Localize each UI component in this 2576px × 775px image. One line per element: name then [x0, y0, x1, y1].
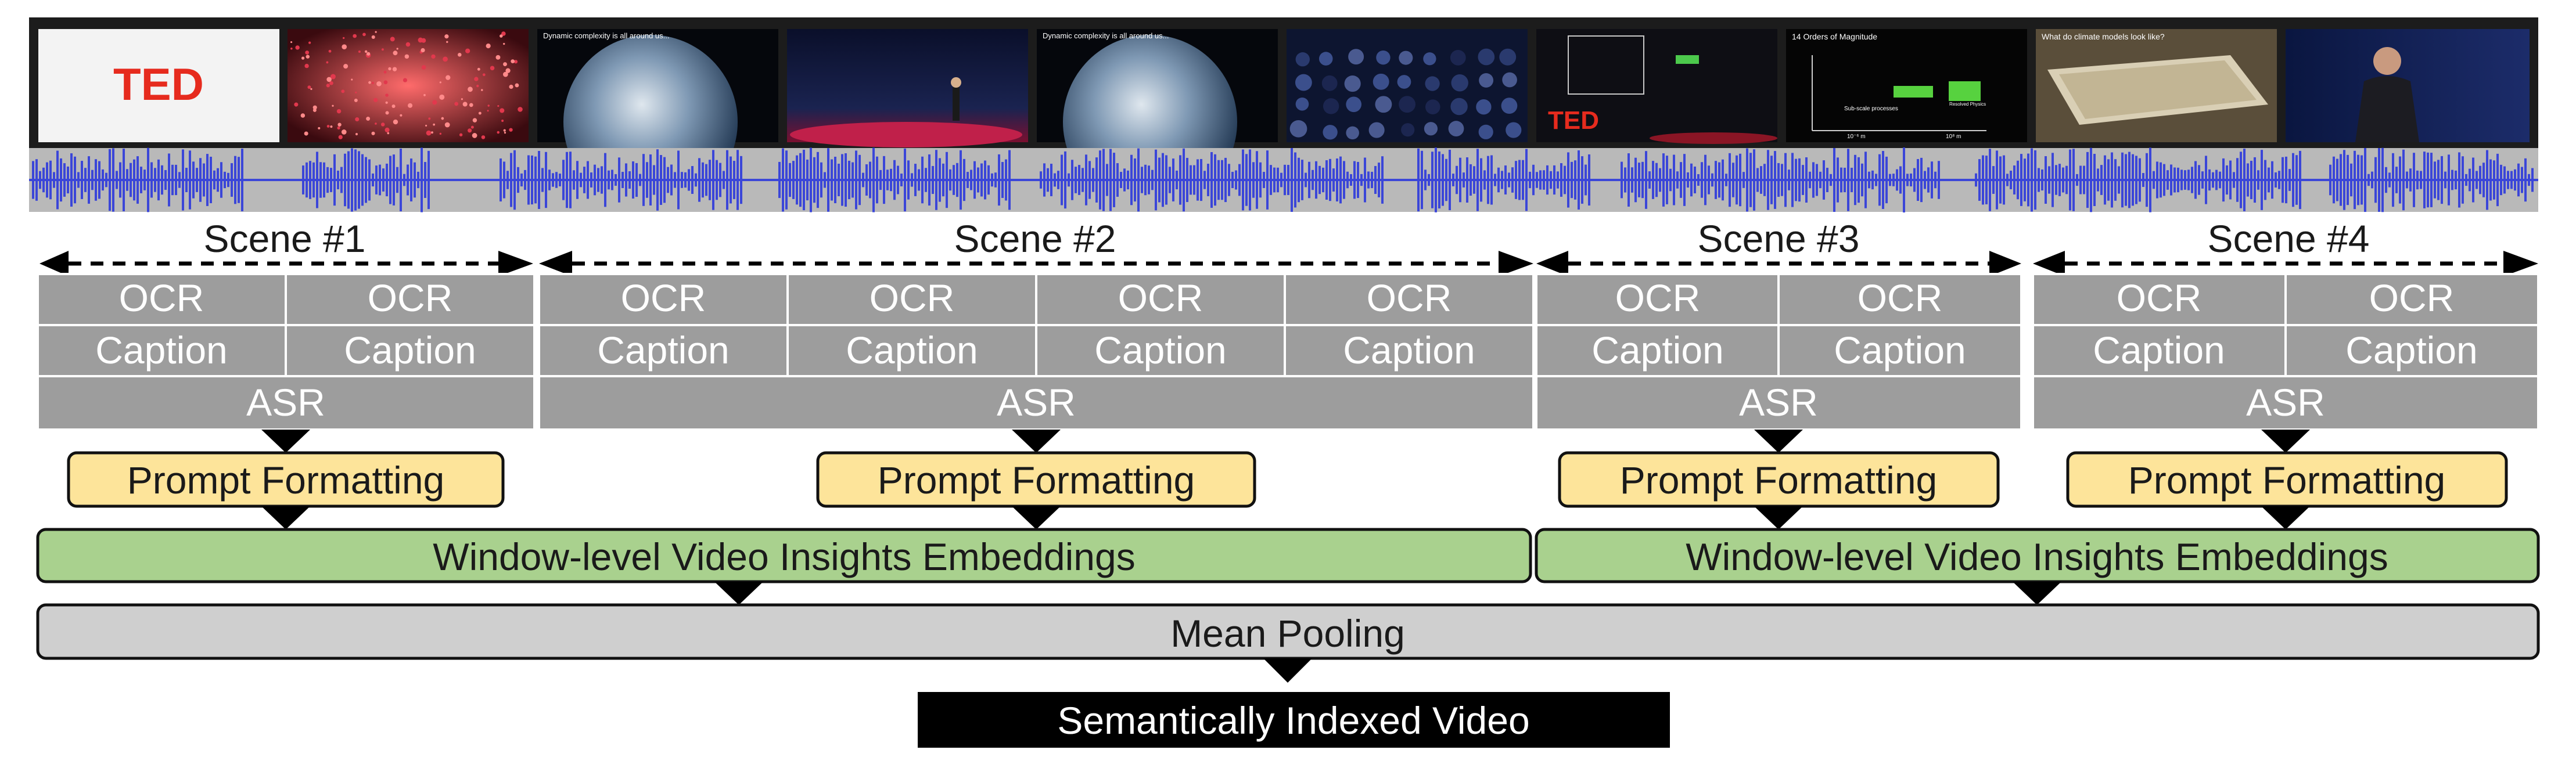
- scene-4-caption-label-1: Caption: [2093, 329, 2225, 372]
- scene-2-asr-label: ASR: [997, 381, 1076, 424]
- scene-1-prompt-label: Prompt Formatting: [127, 459, 445, 502]
- embedding-1-to-pooling-arrow: [714, 582, 763, 605]
- scene-2-caption-label-2: Caption: [846, 329, 978, 372]
- scene-2-ocr-label-1: OCR: [621, 276, 706, 319]
- scene-3-ocr-label-1: OCR: [1615, 276, 1701, 319]
- scene-1-caption-label-2: Caption: [344, 329, 476, 372]
- scene-1: Scene #1 OCR OCR Caption Caption ASR Pro…: [37, 217, 536, 529]
- thumbnail-speaker: [2286, 29, 2530, 142]
- scene-2-caption-label-3: Caption: [1094, 329, 1227, 372]
- scene-2-ocr-label-4: OCR: [1367, 276, 1452, 319]
- thumbnail-audience: [1287, 29, 1528, 142]
- thumbnail-ted-logo: TED: [38, 29, 279, 142]
- embedding-row: Window-level Video Insights Embeddings W…: [36, 528, 2540, 605]
- semantic-output: Semantically Indexed Video: [918, 692, 1670, 748]
- scene-3-asr-label: ASR: [1739, 381, 1818, 424]
- scene-2-caption-label-4: Caption: [1343, 329, 1475, 372]
- plot-axis-max: 10⁸ m: [1946, 134, 1961, 140]
- scene-1-left-arrow: [39, 251, 69, 276]
- keyboard-caption-text: What do climate models look like?: [2042, 32, 2165, 41]
- semantic-output-label: Semantically Indexed Video: [1057, 699, 1529, 742]
- scene-3: Scene #3 OCR OCR Caption Caption ASR Pro…: [1535, 217, 2022, 529]
- scene-2-right-arrow: [1499, 251, 1533, 276]
- pooling-to-output-arrow: [1263, 658, 1312, 683]
- scene-2-caption-label-1: Caption: [597, 329, 730, 372]
- thumbnail-particles: [288, 29, 529, 142]
- scene-2-to-embedding-arrow: [1012, 506, 1061, 529]
- scene-4-prompt-label: Prompt Formatting: [2128, 459, 2446, 502]
- scene-1-label: Scene #1: [204, 217, 366, 260]
- plot-label-subscale: Sub-scale processes: [1844, 106, 1898, 112]
- scene-1-ocr-label-2: OCR: [368, 276, 453, 319]
- audio-waveform: [29, 147, 2538, 212]
- scene-4-ocr-label-1: OCR: [2117, 276, 2202, 319]
- thumbnail-caption-text: Dynamic complexity is all around us...: [1043, 31, 1169, 40]
- thumbnail-keyboard: What do climate models look like?: [2036, 29, 2277, 142]
- scene-4-to-prompt-arrow: [2261, 430, 2310, 453]
- scene-3-prompt-label: Prompt Formatting: [1620, 459, 1938, 502]
- scene-4-right-arrow: [2503, 251, 2538, 276]
- thumbnail-stage-ted: TED: [1536, 29, 1777, 144]
- embedding-label-2: Window-level Video Insights Embeddings: [1686, 535, 2388, 578]
- thumbnail-caption-text: Dynamic complexity is all around us...: [543, 31, 669, 40]
- thumbnail-stage: [787, 29, 1028, 147]
- embedding-2-to-pooling-arrow: [2013, 582, 2061, 605]
- scene-2-label: Scene #2: [954, 217, 1116, 260]
- scene-1-right-arrow: [498, 251, 533, 276]
- plot-title-text: 14 Orders of Magnitude: [1792, 32, 1877, 41]
- embedding-label-1: Window-level Video Insights Embeddings: [433, 535, 1135, 578]
- plot-axis-min: 10⁻⁶ m: [1847, 134, 1866, 140]
- scene-3-right-arrow: [1989, 251, 2021, 276]
- scene-1-asr-label: ASR: [246, 381, 325, 424]
- pipeline-diagram: TED Dynamic complexity is all around us.…: [29, 17, 2540, 748]
- scene-4-asr-label: ASR: [2246, 381, 2325, 424]
- scene-4-label: Scene #4: [2208, 217, 2370, 260]
- scene-4-caption-label-2: Caption: [2345, 329, 2478, 372]
- scene-3-to-embedding-arrow: [1754, 506, 1803, 529]
- scene-4-to-embedding-arrow: [2261, 506, 2310, 529]
- scene-2-to-prompt-arrow: [1012, 430, 1061, 453]
- thumbnail-plot: 14 Orders of Magnitude Sub-scale process…: [1786, 29, 2027, 142]
- ted-stage-text: TED: [1548, 106, 1599, 135]
- scene-2-prompt-label: Prompt Formatting: [878, 459, 1195, 502]
- scene-1-to-prompt-arrow: [261, 430, 310, 453]
- scene-2-ocr-label-3: OCR: [1118, 276, 1203, 319]
- scene-1-to-embedding-arrow: [261, 506, 310, 529]
- scene-3-caption-label-1: Caption: [1591, 329, 1724, 372]
- mean-pooling-label: Mean Pooling: [1170, 612, 1405, 655]
- scene-2: Scene #2 OCR OCR OCR OCR Caption Caption…: [538, 217, 1535, 529]
- mean-pooling: Mean Pooling: [36, 603, 2540, 683]
- plot-label-resolved: Resolved Physics: [1949, 102, 1986, 107]
- scene-4-ocr-label-2: OCR: [2369, 276, 2455, 319]
- scene-4: Scene #4 OCR OCR Caption Caption ASR Pro…: [2032, 217, 2539, 529]
- scene-3-left-arrow: [1536, 251, 1568, 276]
- scene-3-ocr-label-2: OCR: [1858, 276, 1943, 319]
- scene-2-left-arrow: [539, 251, 572, 276]
- scene-4-left-arrow: [2033, 251, 2065, 276]
- ted-logo-text: TED: [113, 59, 204, 110]
- scene-1-caption-label-1: Caption: [95, 329, 228, 372]
- scene-3-caption-label-2: Caption: [1834, 329, 1966, 372]
- scene-2-ocr-label-2: OCR: [870, 276, 955, 319]
- scene-3-label: Scene #3: [1698, 217, 1860, 260]
- scene-1-ocr-label-1: OCR: [119, 276, 204, 319]
- scene-3-to-prompt-arrow: [1754, 430, 1803, 453]
